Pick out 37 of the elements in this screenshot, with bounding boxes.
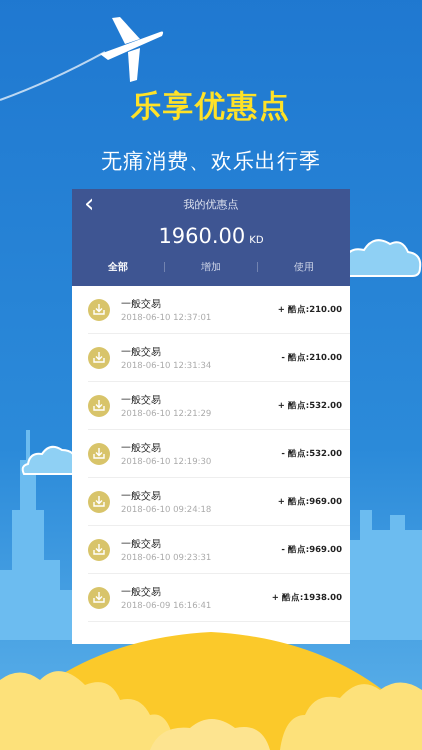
download-icon	[88, 394, 110, 416]
transaction-time: 2018-06-10 09:24:18	[121, 504, 212, 514]
transaction-time: 2018-06-10 12:21:29	[121, 408, 212, 418]
filter-tab[interactable]: 增加	[165, 260, 257, 274]
filter-tab[interactable]: 使用	[258, 260, 350, 274]
filter-tab[interactable]: 全部	[72, 260, 164, 274]
download-icon	[88, 442, 110, 464]
transaction-time: 2018-06-10 09:23:31	[121, 552, 212, 562]
back-button[interactable]: ‹	[80, 191, 98, 217]
transaction-title: 一般交易	[121, 538, 162, 550]
screen-title: 我的优惠点	[184, 197, 238, 212]
download-icon	[88, 298, 110, 320]
balance-amount: 1960.00	[158, 224, 246, 248]
download-icon	[88, 586, 110, 608]
headline: 乐享优惠点	[131, 88, 291, 126]
transaction-amount: + 酷点:210.00	[278, 304, 342, 316]
download-icon	[88, 490, 110, 512]
transaction-time: 2018-06-09 16:16:41	[121, 600, 212, 610]
transaction-title: 一般交易	[121, 586, 162, 598]
currency-unit: KD	[249, 235, 264, 246]
transaction-title: 一般交易	[121, 394, 162, 406]
transaction-title: 一般交易	[121, 298, 162, 310]
transaction-title: 一般交易	[121, 346, 162, 358]
transaction-time: 2018-06-10 12:19:30	[121, 456, 212, 466]
transaction-amount: + 酷点:969.00	[278, 496, 342, 508]
transaction-amount: + 酷点:1938.00	[272, 592, 342, 604]
transaction-title: 一般交易	[121, 490, 162, 502]
download-icon	[88, 346, 110, 368]
transaction-amount: - 酷点:969.00	[281, 544, 342, 556]
transaction-amount: - 酷点:532.00	[281, 448, 342, 460]
transaction-time: 2018-06-10 12:37:01	[121, 312, 212, 322]
transaction-amount: - 酷点:210.00	[281, 352, 342, 364]
transaction-amount: + 酷点:532.00	[278, 400, 342, 412]
download-icon	[88, 538, 110, 560]
transaction-title: 一般交易	[121, 442, 162, 454]
subtitle: 无痛消费、欢乐出行季	[101, 148, 321, 175]
transaction-time: 2018-06-10 12:31:34	[121, 360, 212, 370]
